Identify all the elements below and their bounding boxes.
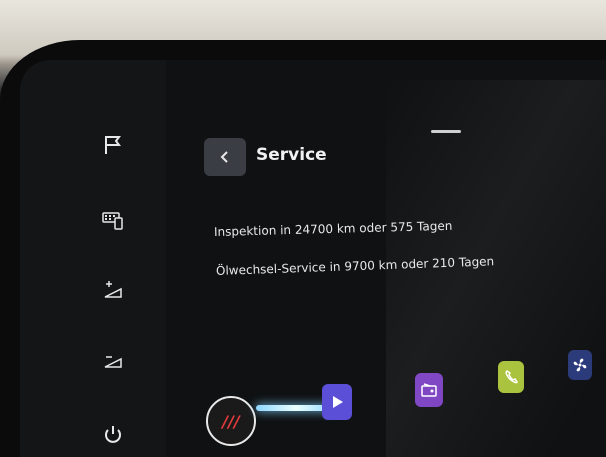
- page-title: Service: [256, 145, 327, 165]
- radio-icon: [421, 383, 437, 397]
- phone-app[interactable]: [498, 361, 524, 393]
- radio-app[interactable]: [415, 373, 443, 407]
- brightness-down-icon[interactable]: [98, 345, 128, 375]
- chevron-left-icon: [220, 151, 228, 163]
- fan-icon: [573, 358, 587, 372]
- flag-icon[interactable]: [98, 130, 128, 160]
- inspection-text: Inspektion in 24700 km oder 575 Tagen: [213, 218, 453, 239]
- sidebar: [20, 60, 166, 457]
- keypad-phone-icon[interactable]: [98, 205, 128, 235]
- oil-service-text: Ölwechsel-Service in 9700 km oder 210 Ta…: [215, 254, 495, 278]
- brightness-up-icon[interactable]: [98, 275, 128, 305]
- play-icon: [333, 396, 343, 408]
- stop-icon: ///: [222, 411, 240, 431]
- stop-button[interactable]: ///: [206, 396, 256, 446]
- phone-icon: [505, 370, 518, 384]
- climate-app[interactable]: [568, 350, 592, 380]
- infotainment-screen: Service Inspektion in 24700 km oder 575 …: [20, 60, 606, 457]
- play-button[interactable]: [322, 384, 352, 420]
- car-infotainment-photo: Service Inspektion in 24700 km oder 575 …: [0, 0, 606, 457]
- power-icon[interactable]: [98, 420, 128, 450]
- drag-handle[interactable]: [431, 130, 461, 133]
- back-button[interactable]: [204, 138, 246, 176]
